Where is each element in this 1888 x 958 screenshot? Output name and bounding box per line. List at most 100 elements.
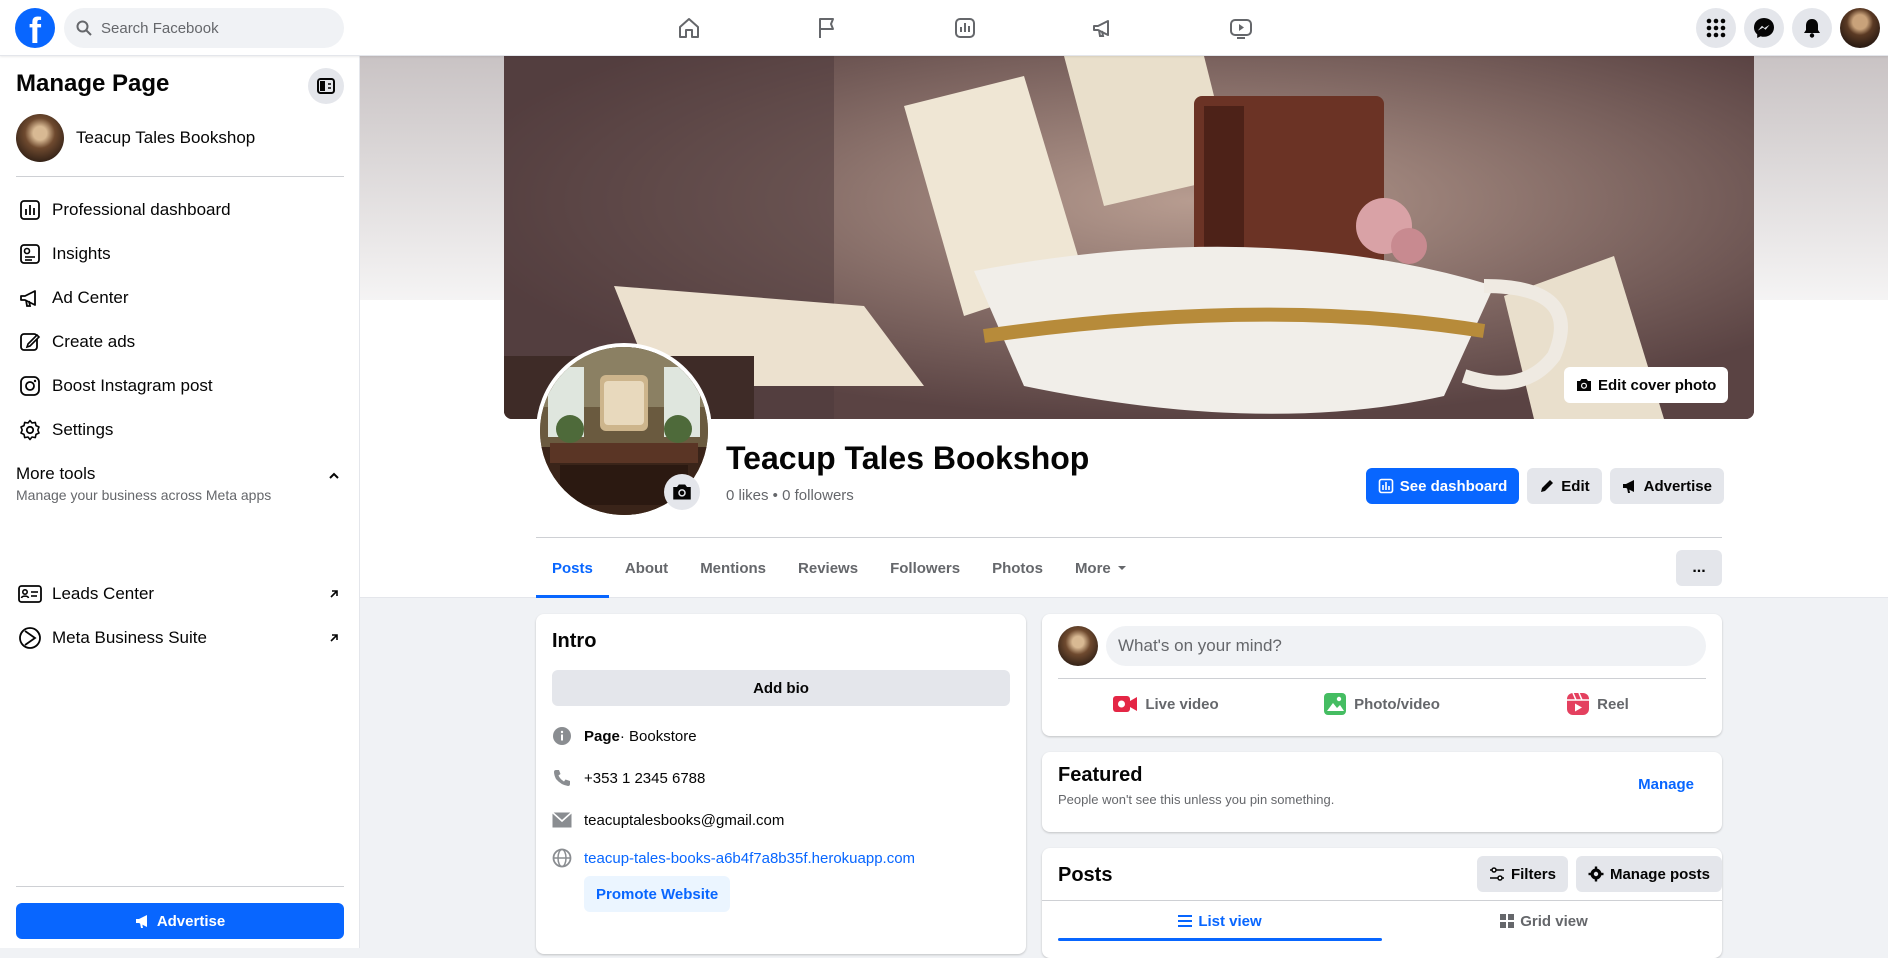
insights-icon — [16, 240, 44, 268]
current-page-name: Teacup Tales Bookshop — [76, 128, 256, 147]
manage-posts-button[interactable]: Manage posts — [1575, 856, 1722, 892]
divider — [1058, 678, 1706, 679]
messenger-icon — [1754, 18, 1774, 38]
sidebar-item-label: Meta Business Suite — [52, 628, 207, 647]
reel-icon — [1567, 693, 1590, 715]
tab-followers[interactable]: Followers — [874, 538, 976, 598]
dashboard-icon — [16, 196, 44, 224]
business-suite-icon — [16, 624, 44, 652]
manage-page-sidebar: Manage Page Teacup Tales Bookshop Profes… — [0, 56, 360, 948]
insights-nav-button[interactable] — [896, 0, 1034, 56]
more-options-button[interactable]: ... — [1676, 550, 1722, 586]
external-link-icon — [330, 590, 338, 598]
dashboard-icon — [1378, 478, 1394, 494]
live-video-icon — [1113, 696, 1138, 712]
sidebar-item-label: Boost Instagram post — [52, 376, 213, 395]
sidebar-item-insights[interactable]: Insights — [16, 232, 344, 276]
intro-website-row: teacup-tales-books-a6b4f7a8b35f.herokuap… — [552, 848, 915, 868]
megaphone-icon — [135, 915, 147, 928]
promote-website-button[interactable]: Promote Website — [584, 876, 731, 912]
cover-illustration — [504, 56, 1754, 419]
status-input[interactable]: What's on your mind? — [1106, 626, 1706, 666]
gear-icon — [1588, 866, 1604, 882]
leads-icon — [16, 580, 44, 608]
sidebar-item-ad-center[interactable]: Ad Center — [16, 276, 344, 320]
more-tools-section[interactable]: More tools Manage your business across M… — [16, 464, 344, 503]
featured-subtitle: People won't see this unless you pin som… — [1058, 792, 1335, 807]
search-icon — [76, 20, 92, 36]
sidebar-item-settings[interactable]: Settings — [16, 408, 344, 452]
phone-number: +353 1 2345 6788 — [584, 769, 706, 787]
sidebar-item-meta-business-suite[interactable]: Meta Business Suite — [16, 616, 344, 660]
pencil-icon — [16, 328, 44, 356]
video-icon — [1230, 19, 1252, 39]
live-video-button[interactable]: Live video — [1058, 682, 1274, 726]
external-link-icon — [330, 634, 338, 642]
envelope-icon — [552, 810, 572, 830]
camera-icon — [673, 484, 691, 500]
page-tabs: Posts About Mentions Reviews Followers P… — [536, 538, 1143, 598]
globe-icon — [552, 848, 572, 868]
tab-photos[interactable]: Photos — [976, 538, 1059, 598]
tab-more[interactable]: More — [1059, 538, 1143, 598]
facebook-logo[interactable]: f — [15, 8, 55, 48]
intro-phone-row: +353 1 2345 6788 — [552, 768, 705, 788]
sidebar-item-professional-dashboard[interactable]: Professional dashboard — [16, 188, 344, 232]
category-value: · Bookstore — [619, 727, 697, 745]
posts-title: Posts — [1058, 864, 1113, 886]
search-input[interactable]: Search Facebook — [64, 8, 344, 48]
add-bio-button[interactable]: Add bio — [552, 670, 1010, 706]
sidebar-item-create-ads[interactable]: Create ads — [16, 320, 344, 364]
intro-category-row: Page · Bookstore — [552, 726, 697, 746]
sidebar-item-label: Leads Center — [52, 584, 155, 603]
pages-nav-button[interactable] — [758, 0, 896, 56]
home-icon — [679, 18, 699, 38]
edit-page-button[interactable]: Edit — [1527, 468, 1602, 504]
edit-cover-photo-button[interactable]: Edit cover photo — [1564, 367, 1729, 403]
current-page-switcher[interactable]: Teacup Tales Bookshop — [16, 114, 255, 162]
sidebar-item-leads-center[interactable]: Leads Center — [16, 572, 344, 616]
tab-mentions[interactable]: Mentions — [684, 538, 782, 598]
grid-view-tab[interactable]: Grid view — [1382, 901, 1706, 941]
tab-posts[interactable]: Posts — [536, 538, 609, 598]
manage-featured-link[interactable]: Manage — [1638, 776, 1694, 793]
filters-button[interactable]: Filters — [1476, 856, 1568, 892]
reel-button[interactable]: Reel — [1490, 682, 1706, 726]
notifications-button[interactable] — [1792, 8, 1832, 48]
intro-card: Intro Add bio Page · Bookstore +353 1 23… — [536, 614, 1026, 954]
sidebar-title: Manage Page — [16, 70, 170, 97]
cover-photo[interactable] — [504, 56, 1754, 419]
tab-about[interactable]: About — [609, 538, 684, 598]
photo-video-button[interactable]: Photo/video — [1274, 682, 1490, 726]
menu-grid-icon — [1706, 18, 1726, 38]
collapse-sidebar-button[interactable] — [308, 68, 344, 104]
ads-nav-button[interactable] — [1034, 0, 1172, 56]
megaphone-icon — [1622, 480, 1634, 493]
website-link[interactable]: teacup-tales-books-a6b4f7a8b35f.herokuap… — [584, 850, 915, 867]
insights-icon — [955, 18, 975, 38]
home-nav-button[interactable] — [620, 0, 758, 56]
chevron-up-icon — [329, 472, 339, 479]
more-tools-subtitle: Manage your business across Meta apps — [16, 487, 272, 503]
gear-icon — [16, 416, 44, 444]
megaphone-icon — [1093, 20, 1109, 37]
messenger-button[interactable] — [1744, 8, 1784, 48]
list-view-tab[interactable]: List view — [1058, 901, 1382, 941]
sidebar-item-label: Insights — [52, 244, 111, 263]
posts-card: Posts Filters Manage posts List view Gri… — [1042, 848, 1722, 958]
tab-reviews[interactable]: Reviews — [782, 538, 874, 598]
sidebar-item-boost-instagram-post[interactable]: Boost Instagram post — [16, 364, 344, 408]
top-bar: f Search Facebook — [0, 0, 1888, 56]
menu-button[interactable] — [1696, 8, 1736, 48]
advertise-button[interactable]: Advertise — [1609, 468, 1724, 504]
post-composer: What's on your mind? Live video Photo/vi… — [1042, 614, 1722, 736]
profile-avatar[interactable] — [1840, 8, 1880, 48]
page-avatar — [16, 114, 64, 162]
divider — [16, 886, 344, 887]
video-nav-button[interactable] — [1172, 0, 1310, 56]
update-profile-picture-button[interactable] — [664, 474, 700, 510]
see-dashboard-button[interactable]: See dashboard — [1365, 468, 1520, 504]
megaphone-icon — [16, 284, 44, 312]
sidebar-advertise-button[interactable]: Advertise — [16, 903, 344, 939]
caret-down-icon — [1117, 566, 1126, 570]
